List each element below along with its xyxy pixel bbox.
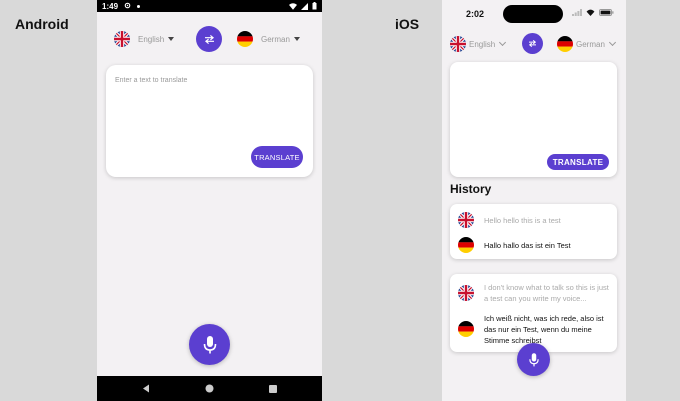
android-status-bar: 1:49	[97, 0, 322, 12]
battery-icon	[599, 9, 614, 16]
status-time: 2:02	[466, 9, 485, 19]
source-language-label: English	[469, 39, 496, 49]
microphone-icon	[528, 352, 539, 366]
germany-flag-icon	[237, 31, 253, 47]
translate-button[interactable]: TRANSLATE	[251, 146, 303, 168]
android-screen: 1:49 English German Enter a text to tran…	[97, 0, 322, 401]
target-language-label: German	[576, 39, 605, 49]
history-source-text: I don't know what to talk so this is jus…	[484, 283, 609, 303]
microphone-button[interactable]	[189, 324, 230, 365]
chevron-down-icon	[608, 38, 616, 47]
history-title: History	[450, 182, 492, 196]
back-icon[interactable]	[142, 384, 150, 393]
history-source-row: Hello hello this is a test	[458, 212, 609, 228]
ios-screen: 2:02 English German TRANSLATE History He…	[442, 0, 626, 401]
history-target-text: Hallo hallo das ist ein Test	[484, 241, 571, 250]
android-navigation-bar	[97, 376, 322, 401]
swap-arrows-icon	[528, 40, 537, 47]
settings-icon	[124, 2, 131, 11]
android-platform-label: Android	[15, 16, 69, 32]
target-language-selector[interactable]: German	[557, 36, 616, 52]
uk-flag-icon	[458, 285, 474, 301]
text-input-placeholder[interactable]: Enter a text to translate	[115, 77, 187, 84]
status-icons	[289, 2, 317, 10]
microphone-icon	[203, 335, 216, 353]
signal-icon	[301, 2, 308, 10]
history-target-row: Hallo hallo das ist ein Test	[458, 237, 609, 253]
germany-flag-icon	[557, 36, 573, 52]
swap-languages-button[interactable]	[196, 26, 222, 52]
translate-input-card[interactable]: TRANSLATE	[450, 62, 617, 177]
source-language-selector[interactable]: English	[114, 31, 175, 47]
translate-button[interactable]: TRANSLATE	[547, 154, 609, 170]
battery-icon	[312, 2, 317, 10]
target-language-selector[interactable]: German	[237, 31, 300, 47]
status-time: 1:49	[102, 1, 119, 11]
chevron-down-icon	[293, 37, 300, 41]
history-item[interactable]: I don't know what to talk so this is jus…	[450, 274, 617, 352]
notification-dot-icon	[137, 4, 141, 8]
uk-flag-icon	[450, 36, 466, 52]
history-target-text: Ich weiß nicht, was ich rede, also ist d…	[484, 314, 604, 345]
translate-input-card[interactable]: Enter a text to translate TRANSLATE	[106, 65, 313, 177]
microphone-button[interactable]	[517, 343, 550, 376]
home-icon[interactable]	[205, 384, 214, 393]
source-language-label: English	[138, 34, 165, 44]
history-source-row: I don't know what to talk so this is jus…	[458, 282, 609, 304]
wifi-icon	[586, 9, 595, 16]
ios-status-bar: 2:02	[442, 0, 626, 28]
dynamic-island	[503, 5, 563, 23]
chevron-down-icon	[168, 37, 175, 41]
signal-icon	[572, 9, 582, 16]
history-item[interactable]: Hello hello this is a test Hallo hallo d…	[450, 204, 617, 259]
recents-icon[interactable]	[269, 384, 277, 393]
ios-platform-label: iOS	[395, 16, 420, 32]
history-source-text: Hello hello this is a test	[484, 216, 561, 225]
swap-arrows-icon	[204, 34, 214, 44]
status-icons	[572, 9, 614, 16]
uk-flag-icon	[114, 31, 130, 47]
swap-languages-button[interactable]	[522, 33, 543, 54]
source-language-selector[interactable]: English	[450, 36, 507, 52]
uk-flag-icon	[458, 212, 474, 228]
wifi-icon	[289, 2, 297, 10]
germany-flag-icon	[458, 321, 474, 337]
chevron-down-icon	[499, 38, 507, 47]
germany-flag-icon	[458, 237, 474, 253]
history-target-row: Ich weiß nicht, was ich rede, also ist d…	[458, 313, 609, 346]
target-language-label: German	[261, 34, 290, 44]
